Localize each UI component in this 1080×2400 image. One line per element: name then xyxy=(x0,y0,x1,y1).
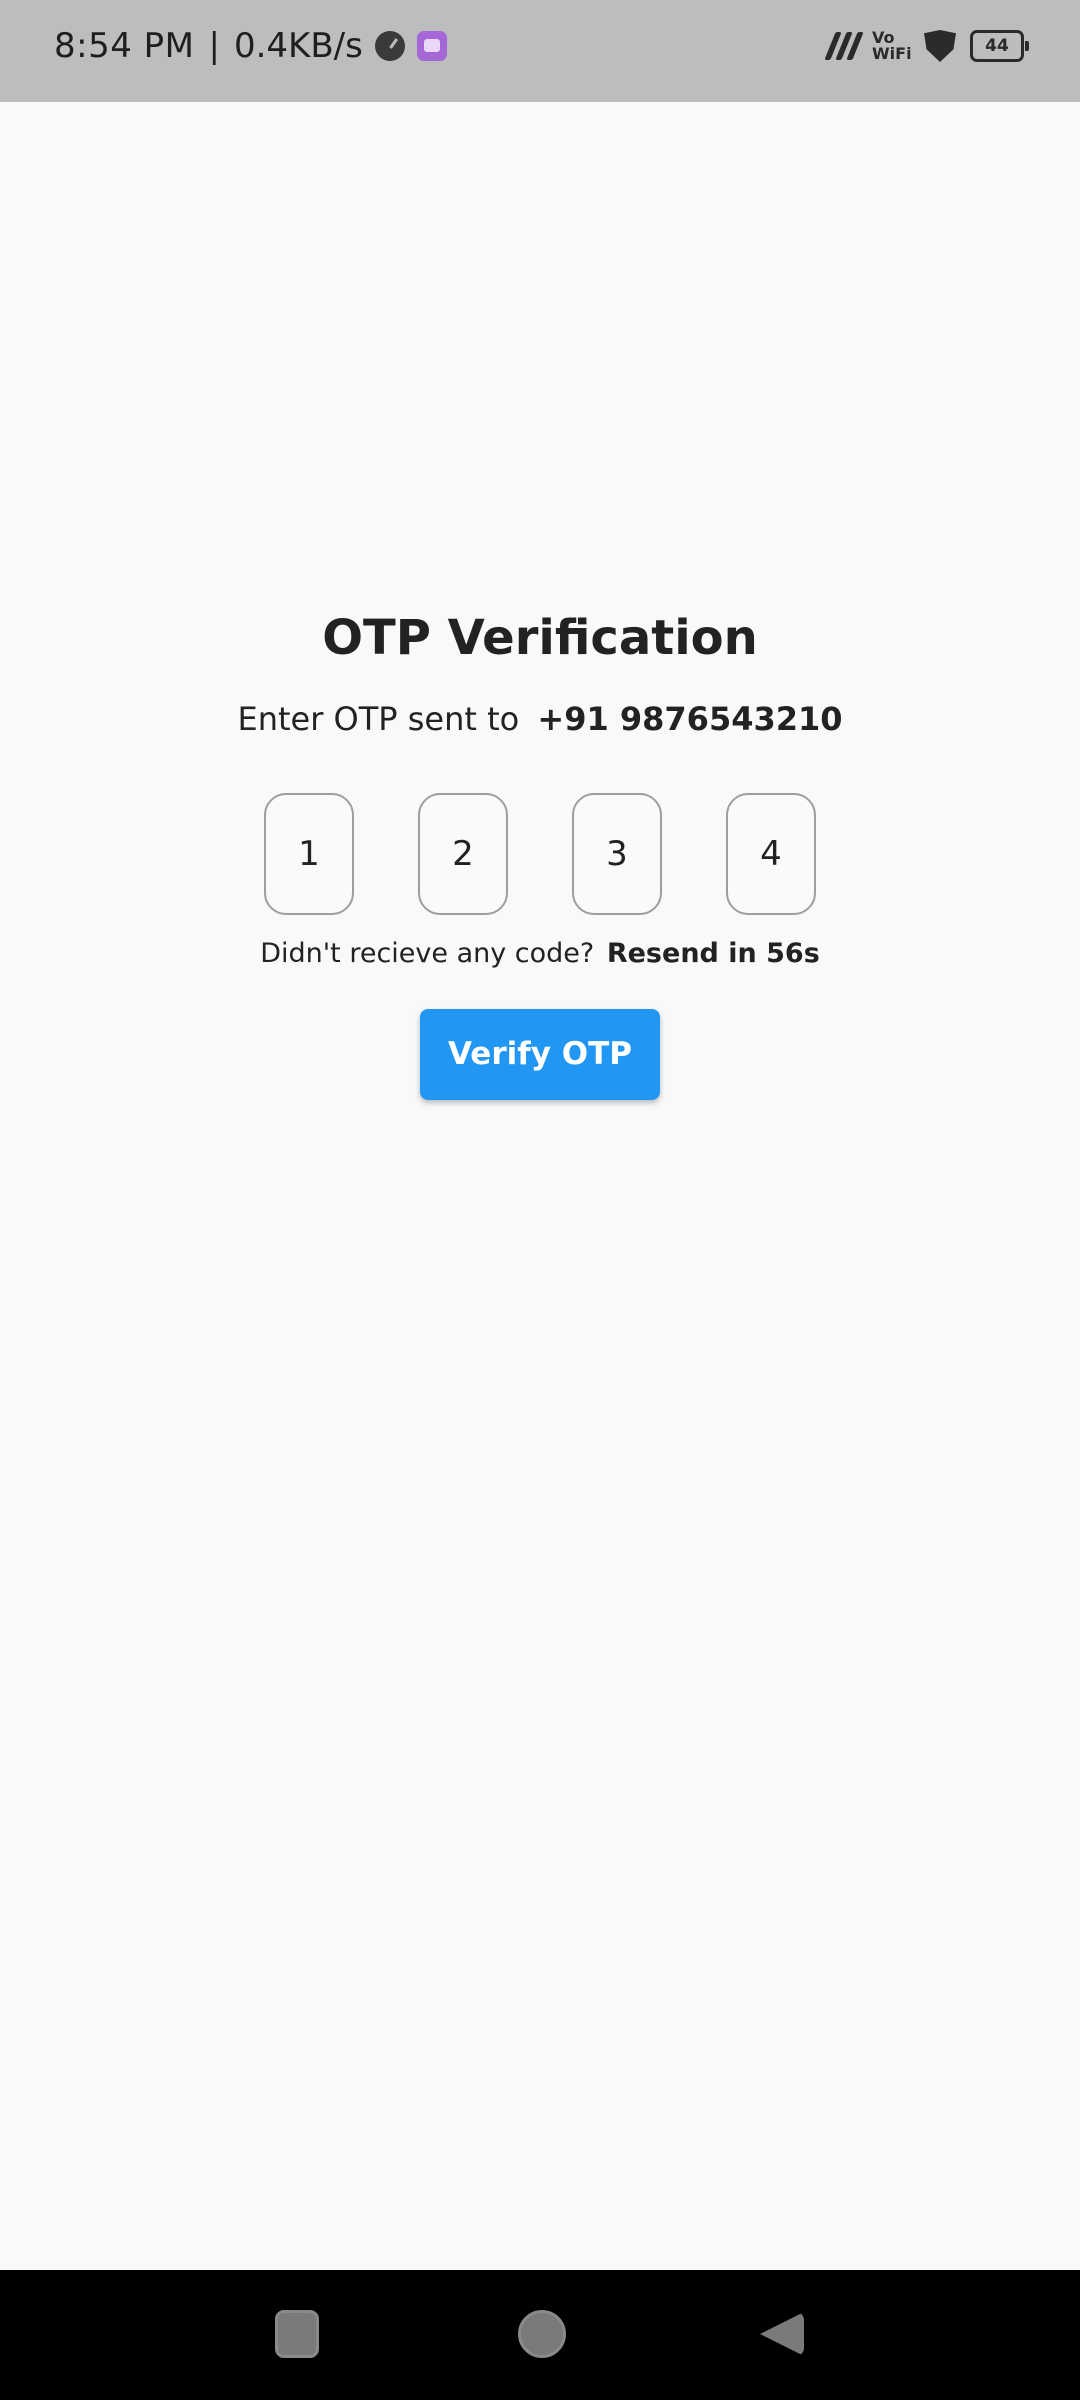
back-icon[interactable] xyxy=(760,2312,804,2356)
status-bar: 8:54 PM | 0.4KB/s Vo WiFi 44 xyxy=(0,0,1080,102)
phone-number: +91 9876543210 xyxy=(537,700,843,738)
resend-timer-link[interactable]: Resend in 56s xyxy=(607,938,820,969)
vowifi-icon: Vo WiFi xyxy=(872,30,912,63)
app-notification-icon xyxy=(416,31,447,61)
subtitle-prefix: Enter OTP sent to xyxy=(237,700,520,738)
verify-otp-button[interactable]: Verify OTP xyxy=(420,1009,660,1100)
otp-digit-1-input[interactable]: 1 xyxy=(264,793,354,915)
resend-prompt: Didn't recieve any code? xyxy=(260,938,595,969)
signal-icon xyxy=(824,32,864,60)
navigation-bar xyxy=(0,2270,1080,2400)
otp-digit-2-input[interactable]: 2 xyxy=(418,793,508,915)
page-title: OTP Verification xyxy=(322,610,758,666)
status-right: Vo WiFi 44 xyxy=(824,30,1029,63)
speedometer-icon xyxy=(374,31,405,61)
status-net-speed: 0.4KB/s xyxy=(233,26,363,66)
vowifi-bottom: WiFi xyxy=(872,44,912,63)
shield-icon xyxy=(924,30,956,62)
status-time: 8:54 PM xyxy=(54,26,195,66)
recents-icon[interactable] xyxy=(275,2310,319,2358)
status-separator: | xyxy=(208,26,220,66)
resend-row: Didn't recieve any code? Resend in 56s xyxy=(0,938,1080,969)
otp-digit-3-input[interactable]: 3 xyxy=(572,793,662,915)
otp-subtitle: Enter OTP sent to +91 9876543210 xyxy=(0,700,1080,738)
home-icon[interactable] xyxy=(518,2310,566,2358)
status-left: 8:54 PM | 0.4KB/s xyxy=(54,26,447,66)
battery-icon: 44 xyxy=(970,30,1029,62)
battery-level: 44 xyxy=(985,36,1009,56)
otp-digit-4-input[interactable]: 4 xyxy=(726,793,816,915)
